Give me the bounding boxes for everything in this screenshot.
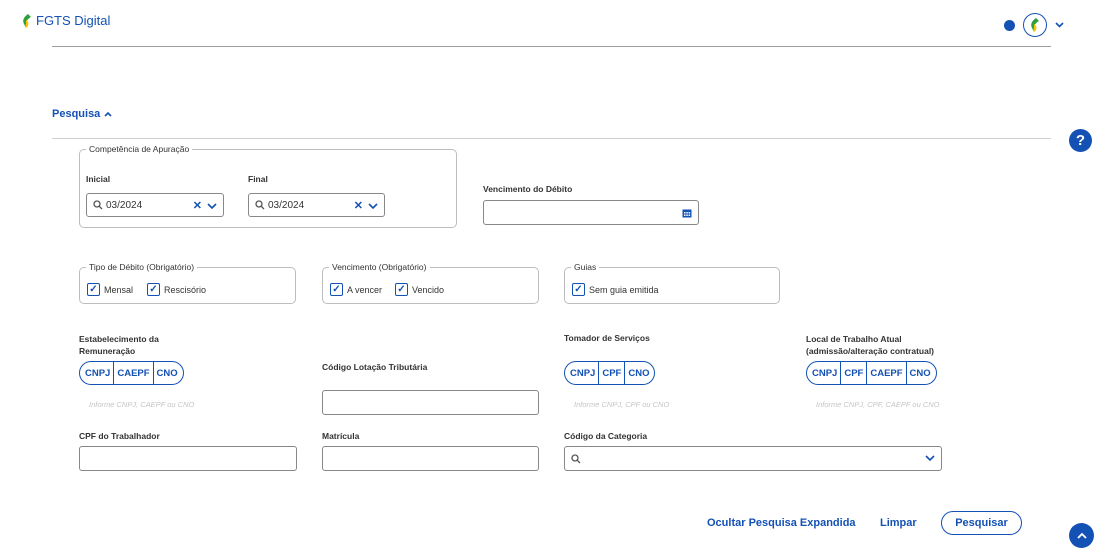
avatar[interactable] [1023, 13, 1047, 37]
competencia-inicial-value: 03/2024 [106, 199, 143, 211]
checkbox-sem-guia[interactable]: ✓ Sem guia emitida [572, 283, 659, 296]
section-divider [52, 138, 1051, 139]
checkmark-icon: ✓ [330, 283, 343, 296]
competencia-legend: Competência de Apuração [89, 144, 190, 154]
segment-cpf[interactable]: CPF [598, 362, 624, 384]
segment-caepf[interactable]: CAEPF [113, 362, 152, 384]
checkbox-label: Sem guia emitida [589, 284, 659, 295]
estabelecimento-label-line2: Remuneração [79, 346, 136, 356]
checkmark-icon: ✓ [147, 283, 160, 296]
segment-cnpj[interactable]: CNPJ [807, 362, 840, 384]
search-icon [255, 200, 265, 210]
local-trabalho-label-line2: (admissão/alteração contratual) [806, 346, 935, 356]
tomador-label: Tomador de Serviços [564, 333, 650, 343]
tipo-debito-legend: Tipo de Débito (Obrigatório) [89, 262, 195, 272]
search-icon [93, 200, 103, 210]
fgts-logo-icon [23, 13, 31, 28]
segment-cnpj[interactable]: CNPJ [565, 362, 598, 384]
search-icon [571, 453, 581, 463]
guias-legend: Guias [574, 262, 597, 272]
chevron-up-icon [104, 111, 112, 117]
checkmark-icon: ✓ [87, 283, 100, 296]
notification-icon[interactable] [1004, 19, 1015, 31]
competencia-inicial-select[interactable]: 03/2024 ✕ [86, 193, 224, 217]
calendar-icon[interactable] [682, 208, 692, 218]
app-brand[interactable]: FGTS Digital [22, 13, 110, 28]
hide-expanded-search-link[interactable]: Ocultar Pesquisa Expandida [707, 517, 856, 529]
app-title: FGTS Digital [36, 13, 111, 28]
header-divider [52, 46, 1051, 47]
segment-cno[interactable]: CNO [624, 362, 654, 384]
segment-cno[interactable]: CNO [152, 362, 183, 384]
competencia-final-value: 03/2024 [268, 199, 305, 211]
matricula-input[interactable] [322, 446, 539, 471]
estabelecimento-hint: Informe CNPJ, CAEPF ou CNO [89, 400, 195, 409]
local-trabalho-label-line1: Local de Trabalho Atual [806, 334, 902, 344]
categoria-select[interactable] [564, 446, 942, 471]
header-actions [1004, 13, 1064, 37]
help-button[interactable]: ? [1069, 129, 1092, 152]
categoria-label: Código da Categoria [564, 431, 648, 441]
final-label: Final [248, 174, 268, 184]
segment-cpf[interactable]: CPF [840, 362, 866, 384]
tomador-type-toggle[interactable]: CNPJ CPF CNO [564, 361, 656, 385]
search-section-title: Pesquisa [52, 108, 101, 120]
inicial-label: Inicial [86, 174, 111, 184]
checkbox-label: Vencido [412, 284, 445, 295]
search-section-toggle[interactable]: Pesquisa [52, 108, 112, 120]
chevron-up-icon [1076, 532, 1087, 539]
checkbox-label: Mensal [104, 284, 134, 295]
estabelecimento-label-line1: Estabelecimento da [79, 334, 159, 344]
segment-caepf[interactable]: CAEPF [866, 362, 905, 384]
checkbox-a-vencer[interactable]: ✓ A vencer [330, 283, 382, 296]
checkbox-mensal[interactable]: ✓ Mensal [87, 283, 133, 296]
estabelecimento-type-toggle[interactable]: CNPJ CAEPF CNO [79, 361, 184, 385]
local-trabalho-label: Local de Trabalho Atual (admissão/altera… [806, 333, 934, 357]
local-trabalho-hint: Informe CNPJ, CPF, CAEPF ou CNO [816, 400, 940, 409]
checkbox-label: Rescisório [164, 284, 207, 295]
chevron-down-icon[interactable] [1055, 22, 1064, 28]
cpf-trabalhador-input[interactable] [79, 446, 297, 471]
avatar-logo-icon [1031, 18, 1039, 32]
matricula-label: Matrícula [322, 431, 360, 441]
checkmark-icon: ✓ [395, 283, 408, 296]
clear-icon[interactable]: ✕ [354, 199, 363, 212]
checkbox-label: A vencer [347, 284, 383, 295]
local-trabalho-type-toggle[interactable]: CNPJ CPF CAEPF CNO [806, 361, 937, 385]
search-button[interactable]: Pesquisar [941, 511, 1022, 535]
vencimento-debito-label: Vencimento do Débito [483, 184, 573, 194]
segment-cnpj[interactable]: CNPJ [80, 362, 113, 384]
chevron-down-icon[interactable] [925, 455, 935, 462]
segment-cno[interactable]: CNO [905, 362, 936, 384]
estabelecimento-label: Estabelecimento da Remuneração [79, 333, 159, 357]
vencimento-debito-input[interactable] [483, 200, 699, 225]
tomador-hint: Informe CNPJ, CPF ou CNO [574, 400, 670, 409]
chevron-down-icon[interactable] [207, 202, 217, 210]
lotacao-label: Código Lotação Tributária [322, 362, 428, 372]
checkbox-rescisorio[interactable]: ✓ Rescisório [147, 283, 206, 296]
scroll-top-button[interactable] [1069, 523, 1094, 548]
checkbox-vencido[interactable]: ✓ Vencido [395, 283, 444, 296]
lotacao-input[interactable] [322, 390, 539, 415]
clear-icon[interactable]: ✕ [193, 199, 202, 212]
checkmark-icon: ✓ [572, 283, 585, 296]
competencia-final-select[interactable]: 03/2024 ✕ [248, 193, 385, 217]
chevron-down-icon[interactable] [368, 202, 378, 210]
clear-button[interactable]: Limpar [880, 517, 917, 529]
vencimento-legend: Vencimento (Obrigatório) [332, 262, 427, 272]
cpf-label: CPF do Trabalhador [79, 431, 160, 441]
